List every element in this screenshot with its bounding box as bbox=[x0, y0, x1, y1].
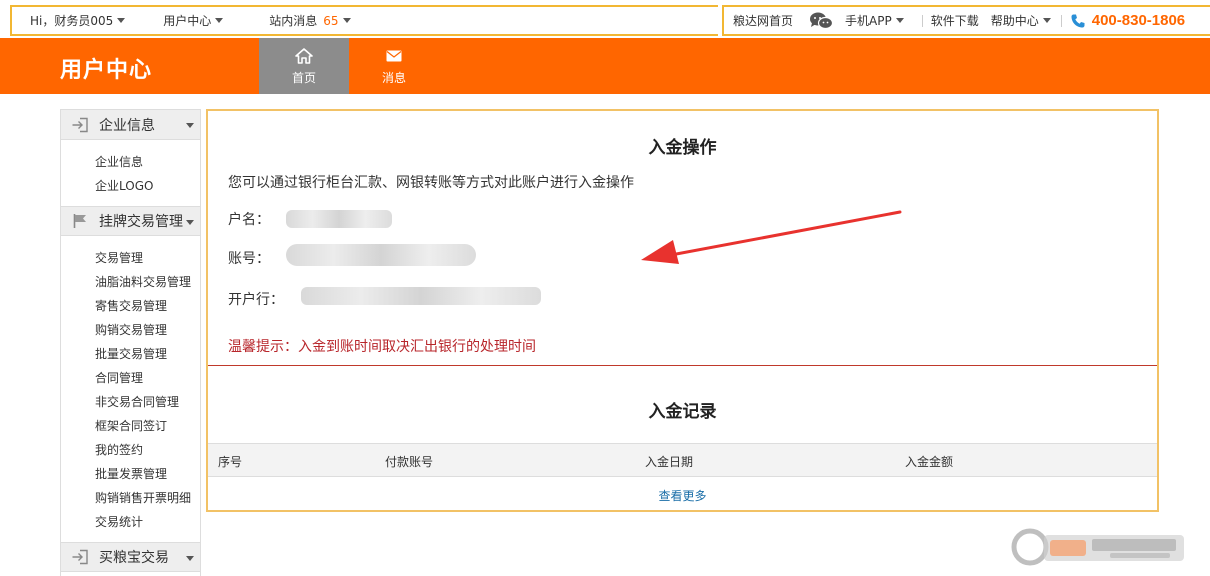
sidebar-section-title: 挂牌交易管理 bbox=[99, 214, 183, 230]
column-header-payer-account: 付款账号 bbox=[385, 455, 434, 469]
user-greeting-menu[interactable]: Hi，财务员005 bbox=[30, 12, 126, 29]
view-more-link[interactable]: 查看更多 bbox=[208, 487, 1157, 504]
mobile-app-label: 手机APP bbox=[845, 14, 892, 28]
phone-contact: 400-830-1806 bbox=[1070, 12, 1185, 29]
top-bar-right: 粮达网首页 手机APP 软件下载 帮助中心 400-830-1806 bbox=[722, 5, 1210, 36]
chevron-down-icon bbox=[186, 123, 194, 128]
records-table-header: 序号 付款账号 入金日期 入金金额 bbox=[208, 443, 1157, 477]
sidebar-section-grain-treasure[interactable]: 买粮宝交易 bbox=[61, 542, 200, 572]
column-header-deposit-amount: 入金金额 bbox=[905, 455, 954, 469]
sidebar-item-consignment-trade[interactable]: 寄售交易管理 bbox=[95, 294, 200, 318]
divider bbox=[921, 14, 923, 27]
sidebar-item-batch-trade[interactable]: 批量交易管理 bbox=[95, 342, 200, 366]
mobile-app-menu[interactable]: 手机APP bbox=[809, 12, 904, 30]
sidebar-section-listing-trade[interactable]: 挂牌交易管理 bbox=[61, 206, 200, 236]
tab-home[interactable]: 首页 bbox=[259, 38, 349, 94]
chevron-down-icon bbox=[215, 18, 224, 23]
login-arrow-icon bbox=[71, 117, 89, 133]
chevron-down-icon bbox=[117, 18, 126, 23]
sidebar-item-invoice-detail[interactable]: 购销销售开票明细 bbox=[95, 486, 200, 510]
user-greeting: Hi，财务员005 bbox=[30, 14, 114, 28]
account-name-label: 户名： bbox=[228, 212, 270, 228]
column-header-index: 序号 bbox=[218, 455, 243, 469]
bank-name-redacted bbox=[301, 287, 541, 305]
software-download-link[interactable]: 软件下载 bbox=[931, 12, 979, 29]
account-name-redacted bbox=[286, 210, 392, 228]
phone-icon bbox=[1070, 13, 1086, 29]
sidebar-section-company-info[interactable]: 企业信息 bbox=[61, 110, 200, 140]
top-bar-left: Hi，财务员005 用户中心 站内消息 65 bbox=[10, 5, 718, 36]
bank-label: 开户行： bbox=[228, 292, 284, 308]
wechat-icon bbox=[809, 12, 834, 30]
site-message-menu[interactable]: 站内消息 65 bbox=[269, 12, 351, 29]
sidebar-item-my-signing[interactable]: 我的签约 bbox=[95, 438, 200, 462]
home-link[interactable]: 粮达网首页 bbox=[733, 12, 793, 29]
sidebar-section-title: 买粮宝交易 bbox=[99, 550, 169, 566]
header-bar: 用户中心 首页 消息 bbox=[0, 38, 1210, 94]
sidebar-item-non-trade-contract[interactable]: 非交易合同管理 bbox=[95, 390, 200, 414]
divider bbox=[1060, 14, 1062, 27]
home-icon bbox=[295, 47, 313, 65]
sidebar-item-batch-invoice[interactable]: 批量发票管理 bbox=[95, 462, 200, 486]
column-header-deposit-date: 入金日期 bbox=[645, 455, 694, 469]
phone-number: 400-830-1806 bbox=[1091, 12, 1186, 29]
software-download-label: 软件下载 bbox=[930, 14, 979, 28]
tab-home-label: 首页 bbox=[291, 70, 316, 85]
chevron-down-icon bbox=[342, 18, 351, 23]
tab-messages-label: 消息 bbox=[381, 70, 406, 85]
tab-messages[interactable]: 消息 bbox=[349, 38, 439, 94]
deposit-description: 您可以通过银行柜台汇款、网银转账等方式对此账户进行入金操作 bbox=[228, 175, 634, 191]
message-count-badge: 65 bbox=[323, 13, 339, 28]
watermark-logo-icon bbox=[1011, 528, 1184, 566]
sidebar-item-contract-management[interactable]: 合同管理 bbox=[95, 366, 200, 390]
sidebar-section-title: 企业信息 bbox=[99, 117, 155, 134]
chevron-down-icon bbox=[895, 18, 904, 23]
sidebar-item-purchase-sale-trade[interactable]: 购销交易管理 bbox=[95, 318, 200, 342]
chevron-down-icon bbox=[186, 556, 194, 561]
sidebar-item-company-logo[interactable]: 企业LOGO bbox=[95, 174, 200, 198]
help-center-label: 帮助中心 bbox=[990, 14, 1039, 28]
account-number-redacted bbox=[286, 244, 476, 266]
records-title: 入金记录 bbox=[648, 402, 717, 422]
sidebar-item-oil-trade-management[interactable]: 油脂油料交易管理 bbox=[95, 270, 200, 294]
sidebar-list: 企业信息 企业LOGO bbox=[61, 140, 200, 206]
deposit-tip: 温馨提示：入金到账时间取决汇出银行的处理时间 bbox=[228, 339, 536, 355]
login-arrow-icon bbox=[71, 549, 89, 565]
sidebar-list: 交易管理 油脂油料交易管理 寄售交易管理 购销交易管理 批量交易管理 合同管理 … bbox=[61, 236, 200, 542]
annotation-arrow-icon bbox=[641, 210, 902, 264]
sidebar-item-trade-management[interactable]: 交易管理 bbox=[95, 246, 200, 270]
deposit-panel: 入金操作 您可以通过银行柜台汇款、网银转账等方式对此账户进行入金操作 户名： 账… bbox=[206, 109, 1159, 512]
site-message-label: 站内消息 bbox=[269, 14, 318, 28]
mail-icon bbox=[386, 47, 402, 65]
user-center-label: 用户中心 bbox=[163, 14, 212, 28]
sidebar-item-company-info[interactable]: 企业信息 bbox=[95, 150, 200, 174]
help-center-menu[interactable]: 帮助中心 bbox=[991, 12, 1051, 29]
sidebar-item-framework-contract[interactable]: 框架合同签订 bbox=[95, 414, 200, 438]
chevron-down-icon bbox=[186, 220, 194, 225]
top-bar: Hi，财务员005 用户中心 站内消息 65 粮达网首页 手机APP 软件下载 … bbox=[0, 0, 1210, 38]
home-link-label: 粮达网首页 bbox=[733, 14, 794, 28]
chevron-down-icon bbox=[1042, 18, 1051, 23]
page-title: 用户中心 bbox=[60, 58, 153, 83]
sidebar-item-trade-statistics[interactable]: 交易统计 bbox=[95, 510, 200, 534]
account-number-label: 账号： bbox=[228, 251, 270, 267]
sidebar: 企业信息 企业信息 企业LOGO 挂牌交易管理 交易管理 油脂油料交易管理 寄售… bbox=[60, 109, 201, 576]
user-center-menu[interactable]: 用户中心 bbox=[163, 12, 224, 29]
section-divider bbox=[208, 365, 1157, 366]
flag-icon bbox=[71, 213, 89, 229]
deposit-title: 入金操作 bbox=[648, 138, 717, 158]
